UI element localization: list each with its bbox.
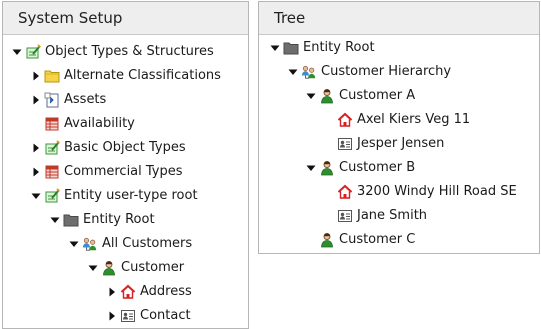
tree-node-entity-root[interactable]: Entity Root	[49, 210, 155, 230]
system-setup-panel: System Setup Object Types & Structures Al…	[2, 1, 249, 329]
expand-arrow-icon[interactable]	[11, 47, 22, 58]
object-types-icon	[25, 44, 41, 60]
tree-node-label: Customer B	[339, 160, 416, 175]
object-types-icon	[44, 140, 60, 156]
assets-icon	[44, 92, 60, 108]
panel-title: System Setup	[3, 2, 248, 35]
tree-node-label: Contact	[140, 308, 191, 323]
collapse-arrow-icon[interactable]	[30, 143, 41, 154]
house-icon	[120, 284, 136, 300]
tree-node-label: Entity Root	[303, 40, 375, 55]
expand-arrow-icon[interactable]	[305, 163, 316, 174]
tree-node-address[interactable]: Address	[106, 282, 192, 302]
expand-arrow-icon[interactable]	[30, 191, 41, 202]
collapse-arrow-icon[interactable]	[30, 71, 41, 82]
collapse-arrow-icon[interactable]	[106, 287, 117, 298]
tree-node-label: Jesper Jensen	[357, 136, 445, 151]
tree-node-label: 3200 Windy Hill Road SE	[357, 184, 517, 199]
contact-card-icon	[337, 136, 353, 152]
tree-node-customer-c[interactable]: Customer C	[305, 230, 415, 250]
tree-node-customer-b[interactable]: Customer B	[305, 158, 415, 178]
tree-node-all-customers[interactable]: All Customers	[68, 234, 192, 254]
object-types-icon	[44, 188, 60, 204]
contact-card-icon	[120, 308, 136, 324]
person-icon	[101, 260, 117, 276]
tree-node-customer-hierarchy[interactable]: Customer Hierarchy	[287, 62, 451, 82]
tree-node-jesper-jensen[interactable]: Jesper Jensen	[323, 134, 444, 154]
collapse-arrow-icon[interactable]	[30, 95, 41, 106]
person-icon	[319, 88, 335, 104]
folder-dark-icon	[63, 212, 79, 228]
tree-node-alternate-classifications[interactable]: Alternate Classifications	[30, 66, 221, 86]
tree-node-label: Basic Object Types	[64, 140, 186, 155]
tree-node-jane-smith[interactable]: Jane Smith	[323, 206, 427, 226]
tree-node-3200-windy-hill-road-se[interactable]: 3200 Windy Hill Road SE	[323, 182, 517, 202]
tree-node-label: Assets	[64, 92, 107, 107]
expand-arrow-icon[interactable]	[87, 263, 98, 274]
expand-arrow-icon[interactable]	[269, 43, 280, 54]
tree-node-label: Axel Kiers Veg 11	[357, 112, 471, 127]
collapse-arrow-icon[interactable]	[30, 167, 41, 178]
house-icon	[337, 112, 353, 128]
availability-icon	[44, 116, 60, 132]
tree-node-label: Customer	[121, 260, 185, 275]
tree-node-availability[interactable]: Availability	[30, 114, 135, 134]
tree-node-object-types-structures[interactable]: Object Types & Structures	[11, 42, 214, 62]
tree-node-entity-user-type-root[interactable]: Entity user-type root	[30, 186, 198, 206]
tree-node-label: All Customers	[102, 236, 193, 251]
tree-node-customer-a[interactable]: Customer A	[305, 86, 415, 106]
tree-node-label: Entity Root	[83, 212, 155, 227]
folder-dark-icon	[283, 40, 299, 56]
tree-panel: Tree Entity Root Customer Hierarchy Custom…	[258, 1, 540, 254]
toggle-spacer	[323, 139, 334, 150]
hierarchy-icon	[301, 64, 317, 80]
collapse-arrow-icon[interactable]	[106, 311, 117, 322]
tree-node-label: Customer Hierarchy	[321, 64, 452, 79]
tree-node-contact[interactable]: Contact	[106, 306, 191, 326]
tree-node-label: Availability	[64, 116, 135, 131]
expand-arrow-icon[interactable]	[49, 215, 60, 226]
tree-node-label: Customer C	[339, 232, 416, 247]
toggle-spacer	[323, 211, 334, 222]
tree-node-label: Jane Smith	[357, 208, 428, 223]
contact-card-icon	[337, 208, 353, 224]
tree-node-label: Alternate Classifications	[64, 68, 221, 83]
tree-node-commercial-types[interactable]: Commercial Types	[30, 162, 183, 182]
tree-node-entity-root[interactable]: Entity Root	[269, 38, 375, 58]
house-icon	[337, 184, 353, 200]
person-icon	[319, 232, 335, 248]
tree-node-label: Address	[140, 284, 192, 299]
tree-node-label: Object Types & Structures	[45, 44, 214, 59]
toggle-spacer	[323, 187, 334, 198]
tree-node-assets[interactable]: Assets	[30, 90, 106, 110]
tree-node-label: Commercial Types	[64, 164, 183, 179]
panel-title: Tree	[259, 2, 539, 35]
tree-node-label: Entity user-type root	[64, 188, 198, 203]
toggle-spacer	[305, 235, 316, 246]
tree-node-label: Customer A	[339, 88, 416, 103]
availability-icon	[44, 164, 60, 180]
expand-arrow-icon[interactable]	[305, 91, 316, 102]
folder-icon	[44, 68, 60, 84]
expand-arrow-icon[interactable]	[287, 67, 298, 78]
tree-node-basic-object-types[interactable]: Basic Object Types	[30, 138, 186, 158]
toggle-spacer	[323, 115, 334, 126]
tree-node-customer[interactable]: Customer	[87, 258, 184, 278]
person-icon	[319, 160, 335, 176]
toggle-spacer	[30, 119, 41, 130]
expand-arrow-icon[interactable]	[68, 239, 79, 250]
tree-node-axel-kiers-veg-11[interactable]: Axel Kiers Veg 11	[323, 110, 470, 130]
hierarchy-icon	[82, 236, 98, 252]
